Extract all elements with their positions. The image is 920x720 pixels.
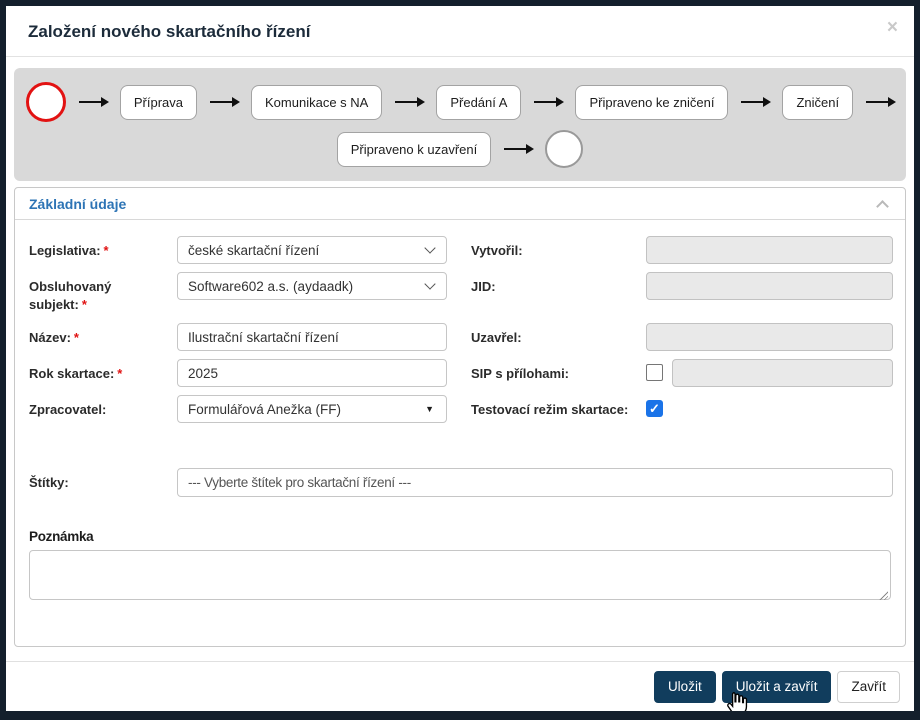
workflow-row-1: Příprava Komunikace s NA Předání A Připr… xyxy=(24,82,897,122)
chevron-down-icon xyxy=(424,242,436,254)
nazev-input[interactable] xyxy=(177,323,447,351)
workflow-row-2: Připraveno k uzavření xyxy=(24,129,896,169)
field-row-uzavrel: Uzavřel: xyxy=(471,323,893,359)
sip-s-prilohami-input xyxy=(672,359,893,387)
basic-data-panel-header[interactable]: Základní údaje xyxy=(15,188,905,220)
sip-s-prilohami-checkbox[interactable] xyxy=(646,364,663,381)
field-row-nazev: Název: * xyxy=(29,323,447,359)
form-column-left: Legislativa: * české skartační řízení Obs… xyxy=(29,236,447,431)
field-row-vytvoril: Vytvořil: xyxy=(471,236,893,272)
chevron-up-icon[interactable] xyxy=(876,199,889,213)
workflow-end-circle xyxy=(545,130,584,168)
arrow-right-icon xyxy=(78,97,109,107)
close-button[interactable]: Zavřít xyxy=(837,670,900,703)
field-row-legislativa: Legislativa: * české skartační řízení xyxy=(29,236,447,272)
field-row-sip-s-prilohami: SIP s přílohami: xyxy=(471,359,893,395)
workflow-start-circle xyxy=(25,82,66,122)
required-marker: * xyxy=(117,366,123,381)
vytvoril-label: Vytvořil: xyxy=(471,243,523,258)
zpracovatel-label: Zpracovatel: xyxy=(29,402,107,417)
workflow-step-pripraveno-k-uzavreni: Připraveno k uzavření xyxy=(336,131,492,167)
field-row-obsluhovany-subjekt: Obsluhovaný subjekt: * Software602 a.s. (… xyxy=(29,272,447,323)
stitky-input[interactable] xyxy=(177,468,893,497)
poznamka-textarea[interactable] xyxy=(29,550,891,600)
section-title: Základní údaje xyxy=(29,196,127,212)
workflow-step-predani-a: Předání A xyxy=(436,84,522,120)
field-row-testovaci-rezim: Testovací režim skartace: ✓ xyxy=(471,395,893,431)
basic-data-panel: Základní údaje Legislativa: * české skart… xyxy=(14,187,906,647)
dialog-header: Založení nového skartačního řízení × xyxy=(6,6,914,57)
field-row-jid: JID: xyxy=(471,272,893,323)
save-and-close-button[interactable]: Uložit a zavřít xyxy=(721,670,832,703)
nazev-label: Název: * xyxy=(29,330,79,345)
field-row-poznamka: Poznámka xyxy=(29,529,893,605)
workflow-step-komunikace-s-na: Komunikace s NA xyxy=(251,84,383,120)
poznamka-label: Poznámka xyxy=(29,529,94,544)
field-row-zpracovatel: Zpracovatel: Formulářová Anežka (FF) ▼ xyxy=(29,395,447,431)
arrow-right-icon xyxy=(210,97,241,107)
vytvoril-input xyxy=(646,236,893,264)
form-column-right: Vytvořil: JID: Uzavřel: SIP s přílohami:… xyxy=(471,236,893,431)
uzavrel-input xyxy=(646,323,893,351)
zpracovatel-selected-value: Formulářová Anežka (FF) xyxy=(188,401,342,417)
dialog-footer: Uložit Uložit a zavřít Zavřít xyxy=(6,661,914,711)
required-marker: * xyxy=(73,330,79,345)
obsluhovany-subjekt-select[interactable]: Software602 a.s. (aydaadk) xyxy=(177,272,447,300)
basic-data-panel-body: Legislativa: * české skartační řízení Obs… xyxy=(15,220,905,605)
stitky-label: Štítky: xyxy=(29,475,69,490)
workflow-diagram: Příprava Komunikace s NA Předání A Připr… xyxy=(14,68,906,181)
field-row-rok-skartace: Rok skartace: * xyxy=(29,359,447,395)
sip-s-prilohami-label: SIP s přílohami: xyxy=(471,366,570,381)
testovaci-rezim-checkbox[interactable]: ✓ xyxy=(646,400,663,417)
obsluhovany-subjekt-selected-value: Software602 a.s. (aydaadk) xyxy=(188,278,354,294)
legislativa-label: Legislativa: * xyxy=(29,243,109,258)
arrow-right-icon xyxy=(395,97,426,107)
close-icon[interactable]: × xyxy=(887,18,898,37)
field-row-stitky: Štítky: xyxy=(29,468,893,497)
required-marker: * xyxy=(103,243,109,258)
workflow-step-pripraveno-ke-zniceni: Připraveno ke zničení xyxy=(575,84,729,120)
legislativa-select[interactable]: české skartační řízení xyxy=(177,236,447,264)
arrow-right-icon xyxy=(866,97,897,107)
workflow-step-zniceni: Zničení xyxy=(782,84,854,120)
arrow-right-icon xyxy=(534,97,565,107)
arrow-right-icon xyxy=(741,97,772,107)
legislativa-selected-value: české skartační řízení xyxy=(188,242,320,258)
rok-skartace-label: Rok skartace: * xyxy=(29,366,123,381)
page-title: Založení nového skartačního řízení xyxy=(28,22,311,41)
zpracovatel-select[interactable]: Formulářová Anežka (FF) ▼ xyxy=(177,395,447,423)
arrow-right-icon xyxy=(504,144,535,154)
testovaci-rezim-label: Testovací režim skartace: xyxy=(471,402,629,417)
dialog-new-shredding-procedure: Založení nového skartačního řízení × Pří… xyxy=(0,0,920,720)
save-button[interactable]: Uložit xyxy=(653,670,716,703)
jid-input xyxy=(646,272,893,300)
rok-skartace-input[interactable] xyxy=(177,359,447,387)
chevron-down-icon xyxy=(424,278,436,290)
obsluhovany-subjekt-label: Obsluhovaný subjekt: * xyxy=(29,279,112,312)
workflow-step-priprava: Příprava xyxy=(119,84,198,120)
uzavrel-label: Uzavřel: xyxy=(471,330,522,345)
caret-down-icon: ▼ xyxy=(425,404,434,414)
jid-label: JID: xyxy=(471,279,496,294)
required-marker: * xyxy=(81,296,87,312)
